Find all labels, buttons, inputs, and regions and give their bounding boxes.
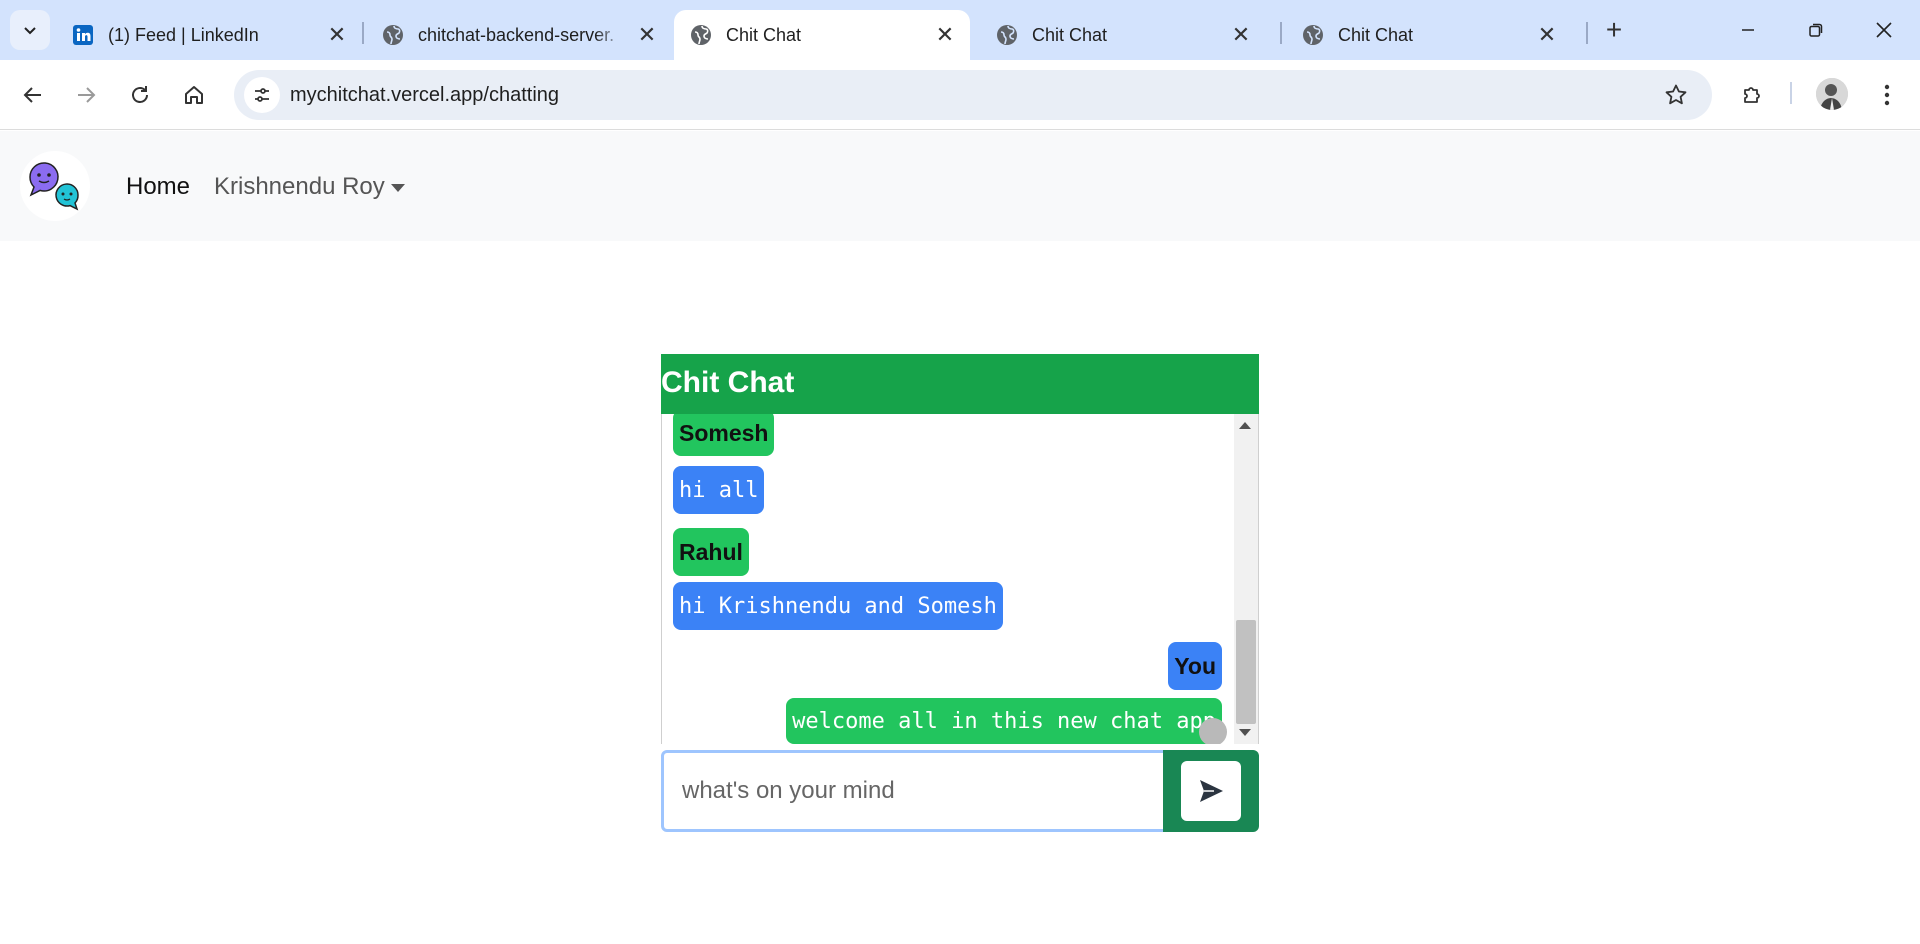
close-window-button[interactable]: [1860, 12, 1908, 48]
more-vert-icon: [1884, 84, 1890, 106]
sender-label: Rahul: [673, 528, 749, 576]
scroll-down-arrow-icon[interactable]: [1239, 729, 1251, 736]
close-icon[interactable]: ✕: [1230, 22, 1252, 47]
chevron-down-icon: [24, 27, 36, 35]
sender-label: Somesh: [673, 414, 775, 456]
menu-button[interactable]: [1868, 76, 1906, 114]
close-icon[interactable]: ✕: [636, 22, 658, 47]
site-info-button[interactable]: [244, 77, 280, 113]
back-button[interactable]: [14, 76, 52, 114]
tune-icon: [255, 88, 269, 102]
tab-title: Chit Chat: [1032, 24, 1108, 45]
profile-photo-icon: [1816, 78, 1848, 110]
user-name: Krishnendu Roy: [214, 173, 385, 200]
close-icon[interactable]: ✕: [1536, 22, 1558, 47]
browser-toolbar: mychitchat.vercel.app/chatting: [0, 60, 1920, 130]
chat-scrollbar[interactable]: [1234, 414, 1258, 744]
globe-icon: [382, 24, 404, 46]
tab-chit-chat-3[interactable]: Chit Chat ✕: [1286, 10, 1572, 60]
send-button[interactable]: [1181, 761, 1241, 821]
star-icon: [1665, 84, 1687, 105]
scrollbar-thumb[interactable]: [1236, 620, 1256, 724]
reload-icon: [132, 86, 148, 103]
restore-button[interactable]: [1792, 12, 1840, 48]
tab-chit-chat-2[interactable]: Chit Chat ✕: [980, 10, 1266, 60]
bookmark-button[interactable]: [1662, 81, 1690, 109]
tab-title: Chit Chat: [1338, 24, 1414, 45]
puzzle-icon: [1744, 87, 1760, 103]
tab-divider: [362, 22, 364, 44]
tab-chit-chat-active[interactable]: Chit Chat ✕: [674, 10, 970, 60]
url-text: mychitchat.vercel.app/chatting: [290, 84, 560, 106]
arrow-right-icon: [78, 87, 96, 103]
profile-avatar[interactable]: [1816, 78, 1848, 110]
address-bar[interactable]: mychitchat.vercel.app/chatting: [234, 70, 1712, 120]
message-bubble: hi Krishnendu and Somesh: [673, 582, 1003, 630]
close-icon[interactable]: ✕: [326, 22, 348, 47]
close-icon[interactable]: ✕: [934, 22, 956, 47]
tab-divider: [1586, 22, 1588, 44]
send-button-wrapper: [1163, 750, 1259, 832]
minimize-icon: [1742, 29, 1754, 31]
tab-linkedin[interactable]: (1) Feed | LinkedIn ✕: [56, 10, 362, 60]
app-logo[interactable]: [20, 151, 90, 221]
home-button[interactable]: [175, 76, 213, 114]
tab-search-button[interactable]: [10, 10, 50, 50]
extensions-button[interactable]: [1734, 76, 1772, 114]
tab-title: chitchat-backend-server.: [418, 24, 615, 45]
app-navbar: Home Krishnendu Roy: [0, 131, 1920, 241]
linkedin-icon: [72, 24, 94, 46]
tab-title: Chit Chat: [726, 24, 802, 45]
home-icon: [185, 86, 203, 104]
new-tab-button[interactable]: +: [1598, 14, 1630, 46]
reload-button[interactable]: [121, 76, 159, 114]
globe-icon: [690, 24, 712, 46]
arrow-left-icon: [23, 87, 41, 103]
chat-header: Chit Chat: [661, 354, 1259, 414]
message-bubble: hi all: [673, 466, 765, 514]
browser-tabstrip: (1) Feed | LinkedIn ✕ chitchat-backend-s…: [0, 0, 1920, 60]
message-input[interactable]: [661, 750, 1166, 832]
close-icon: [1876, 22, 1892, 38]
toolbar-divider: [1790, 82, 1792, 104]
caret-down-icon: [390, 184, 405, 192]
tab-divider: [1280, 22, 1282, 44]
forward-button[interactable]: [67, 76, 105, 114]
user-dropdown[interactable]: Krishnendu Roy: [214, 173, 405, 201]
message-composer: [661, 750, 1259, 832]
scroll-indicator: [1199, 718, 1227, 744]
minimize-button[interactable]: [1724, 12, 1772, 48]
chat-messages[interactable]: Somesh hi all Rahul hi Krishnendu and So…: [661, 414, 1259, 744]
globe-icon: [996, 24, 1018, 46]
nav-home-link[interactable]: Home: [126, 173, 190, 201]
globe-icon: [1302, 24, 1324, 46]
scroll-up-arrow-icon[interactable]: [1239, 422, 1251, 429]
chat-card: Chit Chat Somesh hi all Rahul hi Krishne…: [661, 354, 1259, 832]
restore-icon: [1809, 23, 1823, 37]
message-bubble-self: welcome all in this new chat app: [786, 698, 1222, 744]
tab-title: (1) Feed | LinkedIn: [108, 24, 259, 45]
chat-bubbles-logo-icon: [29, 162, 79, 211]
tab-chitchat-backend[interactable]: chitchat-backend-server. ✕: [366, 10, 672, 60]
send-icon: [1200, 780, 1223, 802]
sender-label-self: You: [1168, 642, 1222, 690]
